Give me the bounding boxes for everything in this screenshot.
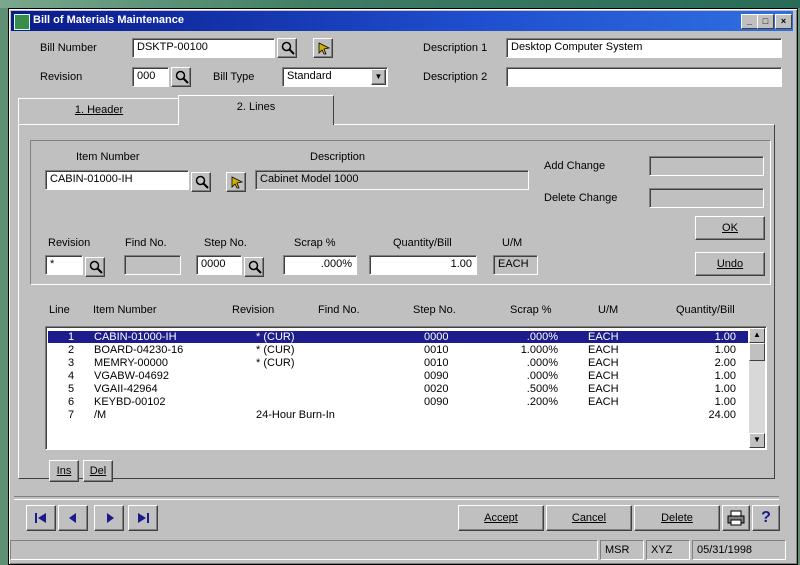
- search-icon: [248, 260, 262, 274]
- line-revision-input[interactable]: *: [45, 255, 83, 275]
- undo-button[interactable]: Undo: [695, 252, 765, 276]
- status-bar: MSR XYZ 05/31/1998: [10, 540, 786, 560]
- help-button[interactable]: ?: [752, 505, 780, 531]
- bill-type-label: Bill Type: [213, 71, 255, 83]
- print-button[interactable]: [722, 505, 750, 531]
- bill-type-value: Standard: [287, 70, 332, 82]
- col-item-number: Item Number: [93, 304, 157, 316]
- delete-button[interactable]: Delete: [634, 505, 720, 531]
- status-company: XYZ: [646, 540, 690, 560]
- delete-line-button[interactable]: Del: [83, 460, 113, 482]
- table-row[interactable]: 3 MEMRY-00000 * (CUR) 0010.000% EACH 2.00: [48, 357, 748, 369]
- last-record-button[interactable]: [128, 505, 158, 531]
- accept-button[interactable]: Accept: [458, 505, 544, 531]
- item-lookup-button[interactable]: [191, 172, 211, 192]
- status-message: [10, 540, 598, 560]
- step-lookup-button[interactable]: [244, 257, 264, 277]
- revision-input[interactable]: 000: [132, 67, 169, 87]
- first-icon: [35, 513, 46, 523]
- scroll-thumb[interactable]: [749, 343, 765, 361]
- bom-lines-list[interactable]: 1 CABIN-01000-IH * (CUR) 0000.000% EACH 1.00 …: [45, 326, 767, 450]
- table-row[interactable]: 5 VGAII-42964 0020.500% EACH 1.00: [48, 383, 748, 395]
- description2-input[interactable]: [506, 67, 782, 87]
- printer-icon: [727, 510, 745, 526]
- add-change-field: [649, 156, 764, 176]
- next-icon: [107, 513, 114, 523]
- pointer-icon: [231, 176, 244, 189]
- item-number-input[interactable]: CABIN-01000-IH: [45, 170, 189, 190]
- minimize-button[interactable]: _: [741, 14, 758, 29]
- table-row[interactable]: 2 BOARD-04230-16 * (CUR) 0010 1.000% EACH 1.00: [48, 344, 748, 356]
- status-date: 05/31/1998: [692, 540, 786, 560]
- step-no-input[interactable]: 0000: [196, 255, 242, 275]
- search-icon: [175, 70, 189, 84]
- bill-type-select[interactable]: Standard ▼: [282, 67, 388, 87]
- list-scrollbar[interactable]: ▲ ▼: [749, 328, 765, 448]
- um-label: U/M: [502, 237, 523, 249]
- line-revision-lookup-button[interactable]: [85, 257, 105, 277]
- app-icon: [14, 14, 30, 30]
- add-change-label: Add Change: [544, 160, 606, 172]
- search-icon: [195, 175, 209, 189]
- background-strip: [0, 0, 800, 8]
- item-number-label: Item Number: [76, 151, 140, 163]
- chevron-down-icon[interactable]: ▼: [371, 69, 386, 85]
- cancel-button[interactable]: Cancel: [546, 505, 632, 531]
- description2-label: Description 2: [423, 71, 488, 83]
- col-revision: Revision: [232, 304, 275, 316]
- scroll-up-icon[interactable]: ▲: [749, 328, 765, 343]
- tab-lines[interactable]: 2. Lines: [178, 95, 334, 125]
- col-um: U/M: [598, 304, 619, 316]
- col-step-no: Step No.: [413, 304, 456, 316]
- revision-lookup-button[interactable]: [171, 67, 191, 87]
- table-row[interactable]: 4 VGABW-04692 0090.000% EACH 1.00: [48, 370, 748, 382]
- last-icon: [138, 513, 149, 523]
- maximize-button[interactable]: □: [757, 14, 774, 29]
- delete-change-field: [649, 188, 764, 208]
- find-no-label: Find No.: [125, 237, 167, 249]
- quantity-label: Quantity/Bill: [393, 237, 452, 249]
- col-find-no: Find No.: [318, 304, 360, 316]
- col-line: Line: [49, 304, 70, 316]
- find-no-field: [124, 255, 181, 275]
- scrap-label: Scrap %: [294, 237, 336, 249]
- first-record-button[interactable]: [26, 505, 56, 531]
- search-icon: [89, 260, 103, 274]
- item-description-field: Cabinet Model 1000: [255, 170, 529, 190]
- search-icon: [281, 41, 295, 55]
- quantity-input[interactable]: 1.00: [369, 255, 477, 275]
- bill-lookup-button[interactable]: [277, 38, 297, 58]
- divider: [14, 496, 779, 500]
- insert-line-button[interactable]: Ins: [49, 460, 79, 482]
- pointer-icon: [318, 42, 331, 55]
- table-row[interactable]: 7/M 24-Hour Burn-In 24.00: [48, 409, 748, 421]
- step-no-label: Step No.: [204, 237, 247, 249]
- table-row[interactable]: 6 KEYBD-00102 0090.200% EACH 1.00: [48, 396, 748, 408]
- description1-input[interactable]: Desktop Computer System: [506, 38, 782, 58]
- col-quantity: Quantity/Bill: [676, 304, 735, 316]
- um-field: EACH: [493, 255, 538, 275]
- bill-number-input[interactable]: DSKTP-00100: [132, 38, 275, 58]
- table-row[interactable]: 1 CABIN-01000-IH * (CUR) 0000.000% EACH 1.00: [48, 331, 748, 343]
- close-button[interactable]: ×: [775, 14, 792, 29]
- description-label: Description: [310, 151, 366, 163]
- description1-label: Description 1: [423, 42, 488, 54]
- bill-number-label: Bill Number: [40, 42, 97, 54]
- tab-header[interactable]: 1. Header: [18, 98, 180, 124]
- next-record-button[interactable]: [94, 505, 124, 531]
- previous-record-button[interactable]: [58, 505, 88, 531]
- window-title: Bill of Materials Maintenance: [33, 14, 184, 26]
- scroll-down-icon[interactable]: ▼: [749, 433, 765, 448]
- delete-change-label: Delete Change: [544, 192, 618, 204]
- title-bar[interactable]: Bill of Materials Maintenance _ □ ×: [11, 11, 793, 31]
- previous-icon: [69, 513, 76, 523]
- item-link-button[interactable]: [226, 172, 246, 192]
- bill-link-button[interactable]: [313, 38, 333, 58]
- revision-label: Revision: [40, 71, 83, 83]
- ok-button[interactable]: OK: [695, 216, 765, 240]
- scrap-input[interactable]: .000%: [283, 255, 357, 275]
- line-revision-label: Revision: [48, 237, 91, 249]
- status-user: MSR: [600, 540, 644, 560]
- col-scrap: Scrap %: [510, 304, 552, 316]
